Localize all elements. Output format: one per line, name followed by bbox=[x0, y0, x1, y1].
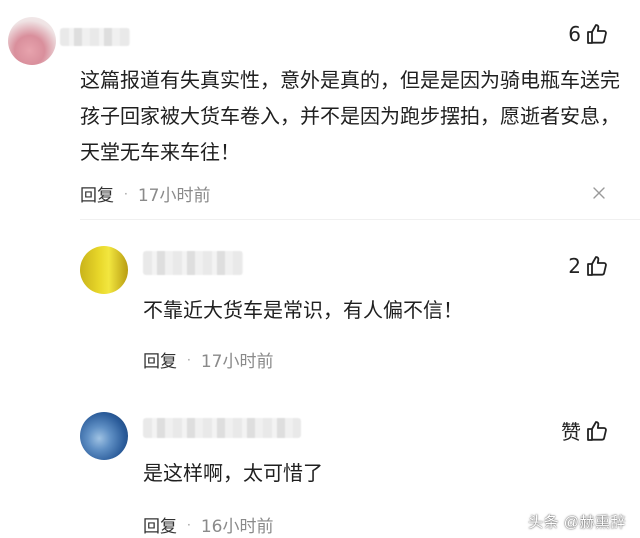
comment-timestamp: 16小时前 bbox=[200, 517, 274, 537]
comment-meta: 回复 · 16小时前 bbox=[143, 512, 273, 537]
avatar[interactable] bbox=[8, 17, 56, 65]
comment-meta: 回复 · 17小时前 bbox=[143, 347, 273, 372]
thumbs-up-icon bbox=[585, 22, 609, 46]
comment-timestamp: 17小时前 bbox=[200, 352, 274, 372]
like-button[interactable]: 6 bbox=[568, 22, 609, 46]
avatar[interactable] bbox=[80, 412, 128, 460]
thumbs-up-icon bbox=[585, 419, 609, 443]
username-blurred[interactable] bbox=[143, 418, 301, 438]
comment-timestamp: 17小时前 bbox=[137, 186, 211, 206]
watermark: 头条 @赫熏辞 bbox=[528, 514, 626, 531]
comment-meta: 回复 · 17小时前 bbox=[80, 181, 210, 206]
divider bbox=[80, 219, 640, 220]
comment-text: 不靠近大货车是常识，有人偏不信！ bbox=[143, 298, 463, 322]
reply-button[interactable]: 回复 bbox=[143, 512, 177, 537]
username-blurred[interactable] bbox=[60, 28, 130, 46]
comment-text: 是这样啊，太可惜了 bbox=[143, 461, 323, 485]
like-button[interactable]: 赞 bbox=[561, 416, 609, 445]
meta-separator: · bbox=[124, 186, 128, 201]
like-count: 6 bbox=[568, 22, 581, 46]
comment-text: 这篇报道有失真实性，意外是真的，但是是因为骑电瓶车送完孩子回家被大货车卷入，并不… bbox=[80, 68, 620, 164]
username-blurred[interactable] bbox=[143, 251, 243, 275]
like-button[interactable]: 2 bbox=[568, 254, 609, 278]
close-icon[interactable] bbox=[592, 186, 606, 200]
meta-separator: · bbox=[187, 517, 191, 532]
thumbs-up-icon bbox=[585, 254, 609, 278]
reply-button[interactable]: 回复 bbox=[80, 181, 114, 206]
like-label: 赞 bbox=[561, 420, 581, 444]
like-count: 2 bbox=[568, 254, 581, 278]
reply-button[interactable]: 回复 bbox=[143, 347, 177, 372]
avatar[interactable] bbox=[80, 246, 128, 294]
meta-separator: · bbox=[187, 352, 191, 367]
